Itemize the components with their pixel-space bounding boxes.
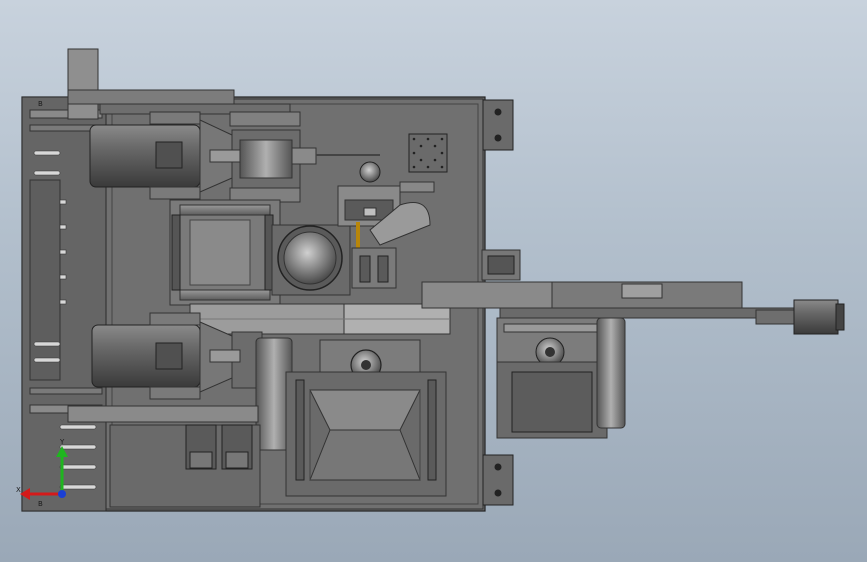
frame-label-bottom: B xyxy=(38,500,43,508)
hopper-housing xyxy=(285,371,447,497)
center-drum xyxy=(271,224,351,296)
y-axis-label: Y xyxy=(59,438,65,446)
cross-beam xyxy=(189,303,451,335)
z-axis-dot xyxy=(58,490,66,498)
cad-viewport[interactable]: B B Y X xyxy=(0,0,867,562)
top-post xyxy=(67,48,291,120)
guide-bracket xyxy=(351,247,397,289)
right-subframe xyxy=(496,317,626,439)
machine-assembly-top-view: B B Y X xyxy=(16,48,845,512)
perforated-plate xyxy=(408,133,448,173)
servo-motor xyxy=(755,299,845,335)
center-linear-guide xyxy=(169,199,281,306)
frame-label-top: B xyxy=(38,100,43,108)
x-axis-label: X xyxy=(16,486,21,494)
